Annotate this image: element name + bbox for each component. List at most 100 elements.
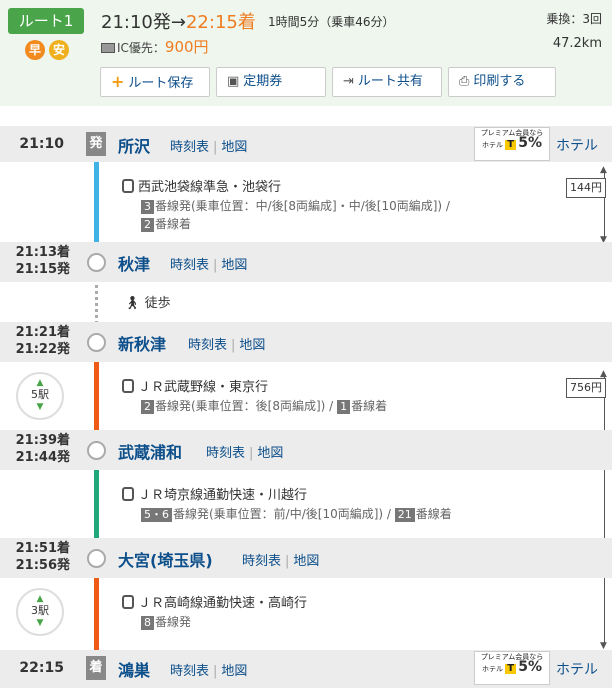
map-link[interactable]: 地図: [221, 258, 247, 273]
station-name[interactable]: 鴻巣: [118, 657, 150, 681]
depart-time: 21:15発: [15, 262, 70, 277]
station-row: 21:51着 21:56発 大宮(埼玉県) 時刻表 | 地図: [0, 538, 612, 578]
station-dot: [87, 441, 106, 460]
hotel-ad-banner[interactable]: プレミアム会員なら ホテル T 5%: [474, 651, 550, 685]
depart-time: 21:44発: [15, 450, 70, 465]
station-links: 時刻表 | 地図: [242, 554, 320, 569]
ic-card-icon: [101, 43, 115, 53]
depart-time: 21:10: [19, 136, 64, 152]
train-line: ＪＲ武蔵野線・東京行: [122, 376, 268, 395]
stop-count: 5駅: [31, 388, 49, 401]
arrow: →: [170, 12, 186, 33]
arrive-time: 22:15着: [185, 12, 256, 33]
map-link[interactable]: 地図: [221, 140, 247, 155]
hotel-link[interactable]: ホテル: [556, 135, 598, 155]
stop-count: 3駅: [31, 604, 49, 617]
expand-down-icon: ▼: [36, 618, 44, 628]
fare-range-line: [604, 376, 605, 646]
arrive-time: 21:39着: [15, 433, 70, 448]
fare-total: 900円: [164, 38, 209, 56]
train-icon: [122, 595, 134, 609]
timetable-link[interactable]: 時刻表: [206, 446, 245, 461]
station-name[interactable]: 秋津: [118, 251, 150, 275]
share-route-button[interactable]: ⇥ ルート共有: [332, 67, 442, 97]
platform-info: 2 番線発(乗車位置：後[8両編成]) / 1 番線着: [141, 397, 387, 415]
station-links: 時刻表 | 地図: [188, 338, 266, 353]
arrive-time: 21:51着: [15, 541, 70, 556]
platform-info: 8 番線発: [141, 613, 191, 631]
train-line: 西武池袋線準急・池袋行: [122, 176, 281, 195]
route-summary-header: ルート1 早 安 21:10発→22:15着 1時間5分（乗車46分） IC優先…: [0, 0, 612, 106]
map-link[interactable]: 地図: [239, 338, 265, 353]
map-link[interactable]: 地図: [257, 446, 283, 461]
station-links: 時刻表 | 地図: [170, 140, 248, 155]
ad-pct: 5%: [518, 135, 543, 151]
transfer-count: 乗換：3回: [546, 12, 602, 26]
platform-info: 3 番線発(乗車位置：中/後[8両編成]・中/後[10両編成]) /2 番線着: [141, 197, 450, 233]
timetable-link[interactable]: 時刻表: [188, 338, 227, 353]
hotel-link[interactable]: ホテル: [556, 659, 598, 679]
commuter-pass-button[interactable]: ▣ 定期券: [216, 67, 326, 97]
expand-down-icon: ▼: [36, 402, 44, 412]
hotel-ad-banner[interactable]: プレミアム会員なら ホテル T 5%: [474, 127, 550, 161]
station-links: 時刻表 | 地図: [206, 446, 284, 461]
pass-label: 定期券: [243, 74, 283, 89]
save-route-button[interactable]: + ルート保存: [100, 67, 210, 97]
station-name[interactable]: 大宮(埼玉県): [118, 547, 213, 571]
printer-icon: ⎙: [459, 74, 470, 89]
fare-box: 756円: [566, 378, 606, 398]
timetable-link[interactable]: 時刻表: [170, 258, 209, 273]
depart-time: 21:10発: [101, 12, 171, 33]
save-label: ルート保存: [128, 76, 194, 91]
pass-icon: ▣: [227, 74, 240, 89]
depart-time: 21:56発: [15, 558, 70, 573]
map-link[interactable]: 地図: [221, 664, 247, 679]
train-line: ＪＲ埼京線通勤快速・川越行: [122, 484, 307, 503]
arrive-time: 21:21着: [15, 325, 70, 340]
ad-line2: ホテル: [481, 665, 503, 673]
ic-label: IC優先：: [117, 41, 165, 55]
timetable-link[interactable]: 時刻表: [242, 554, 281, 569]
ad-pct: 5%: [518, 659, 543, 675]
station-dot: [87, 549, 106, 568]
fare-arrow-down-icon: ▼: [600, 641, 607, 651]
share-icon: ⇥: [343, 74, 354, 89]
station-name[interactable]: 新秋津: [118, 331, 166, 355]
stop-count-toggle[interactable]: ▲ 3駅 ▼: [16, 588, 64, 636]
arrive-time: 21:13着: [15, 245, 70, 260]
station-row: 21:10 発 所沢 時刻表 | 地図 プレミアム会員なら ホテル T 5% ホテル: [0, 126, 612, 162]
train-icon: [122, 179, 134, 193]
station-name[interactable]: 武蔵浦和: [118, 439, 182, 463]
arrive-time: 22:15: [19, 660, 64, 676]
fare-box: 144円: [566, 178, 606, 198]
expand-up-icon: ▲: [36, 378, 44, 388]
expand-up-icon: ▲: [36, 594, 44, 604]
station-links: 時刻表 | 地図: [170, 258, 248, 273]
ad-logo: T: [505, 663, 517, 674]
arrive-tag: 着: [86, 656, 106, 680]
stop-count-toggle[interactable]: ▲ 5駅 ▼: [16, 372, 64, 420]
station-name[interactable]: 所沢: [118, 133, 150, 157]
route-tab[interactable]: ルート1: [8, 8, 84, 34]
walk-segment: 🚶︎ 徒歩: [124, 296, 171, 311]
station-links: 時刻表 | 地図: [170, 664, 248, 679]
train-line: ＪＲ高崎線通勤快速・高崎行: [122, 592, 307, 611]
print-label: 印刷する: [473, 74, 526, 89]
share-label: ルート共有: [357, 74, 423, 89]
plus-icon: +: [111, 72, 125, 91]
depart-time: 21:22発: [15, 342, 70, 357]
walk-icon: 🚶︎: [124, 296, 141, 311]
distance: 47.2km: [552, 36, 602, 51]
station-row: 21:13着 21:15発 秋津 時刻表 | 地図: [0, 242, 612, 282]
duration: 1時間5分（乗車46分）: [268, 15, 395, 29]
timetable-link[interactable]: 時刻表: [170, 664, 209, 679]
timetable-link[interactable]: 時刻表: [170, 140, 209, 155]
train-icon: [122, 379, 134, 393]
station-row: 22:15 着 鴻巣 時刻表 | 地図 プレミアム会員なら ホテル T 5% ホテル: [0, 650, 612, 688]
ic-fare: IC優先：900円: [101, 36, 209, 57]
station-row: 21:21着 21:22発 新秋津 時刻表 | 地図: [0, 322, 612, 362]
map-link[interactable]: 地図: [293, 554, 319, 569]
depart-tag: 発: [86, 132, 106, 156]
print-button[interactable]: ⎙ 印刷する: [448, 67, 556, 97]
fast-badge-icon: 早: [25, 40, 45, 60]
